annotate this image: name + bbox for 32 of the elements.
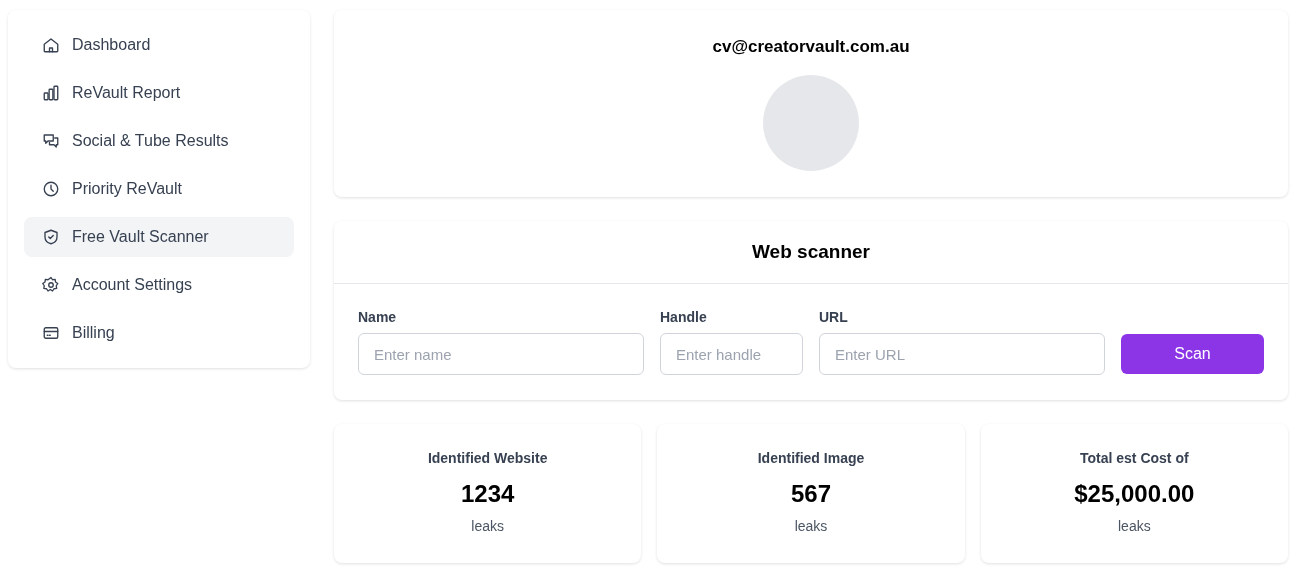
nav-item[interactable]: Billing [24,313,294,353]
home-icon [42,36,60,54]
input-field[interactable]: Enter handle [660,333,803,375]
chat-bubbles-icon [42,132,60,150]
credit-card-icon [42,324,60,342]
profile-email: cv@creatorvault.com.au [712,37,910,57]
field-label: Handle [660,309,708,325]
stat-value: 1234 [460,480,515,508]
stat-title: Identified Image [757,450,865,466]
field-label: URL [819,309,849,325]
card-title: Web scanner [334,221,1288,284]
nav-item[interactable]: ReVault Report [24,73,294,113]
input-field[interactable]: Enter name [358,333,644,375]
settings-icon [42,276,60,294]
stat-value: $25,000.00 [1074,480,1195,508]
nav-item[interactable]: Dashboard [24,25,294,65]
shield-check-icon [42,228,60,246]
bar-chart-icon [42,84,60,102]
stat-value: 567 [790,480,831,508]
nav-item[interactable]: Account Settings [24,265,294,305]
nav-item[interactable]: Social & Tube Results [24,121,294,161]
scan-button[interactable]: Scan [1121,334,1264,374]
stat-unit: leaks [794,518,828,534]
nav-item[interactable]: Priority ReVault [24,169,294,209]
clock-icon [42,180,60,198]
input-field[interactable]: Enter URL [819,333,1105,375]
nav-item[interactable]: Free Vault Scanner [24,217,294,257]
stat-unit: leaks [1118,518,1151,534]
stat-title: Total est Cost of [1080,450,1189,466]
stat-title: Identified Website [427,450,548,466]
stat-unit: leaks [471,518,504,534]
field-label: Name [358,309,398,325]
